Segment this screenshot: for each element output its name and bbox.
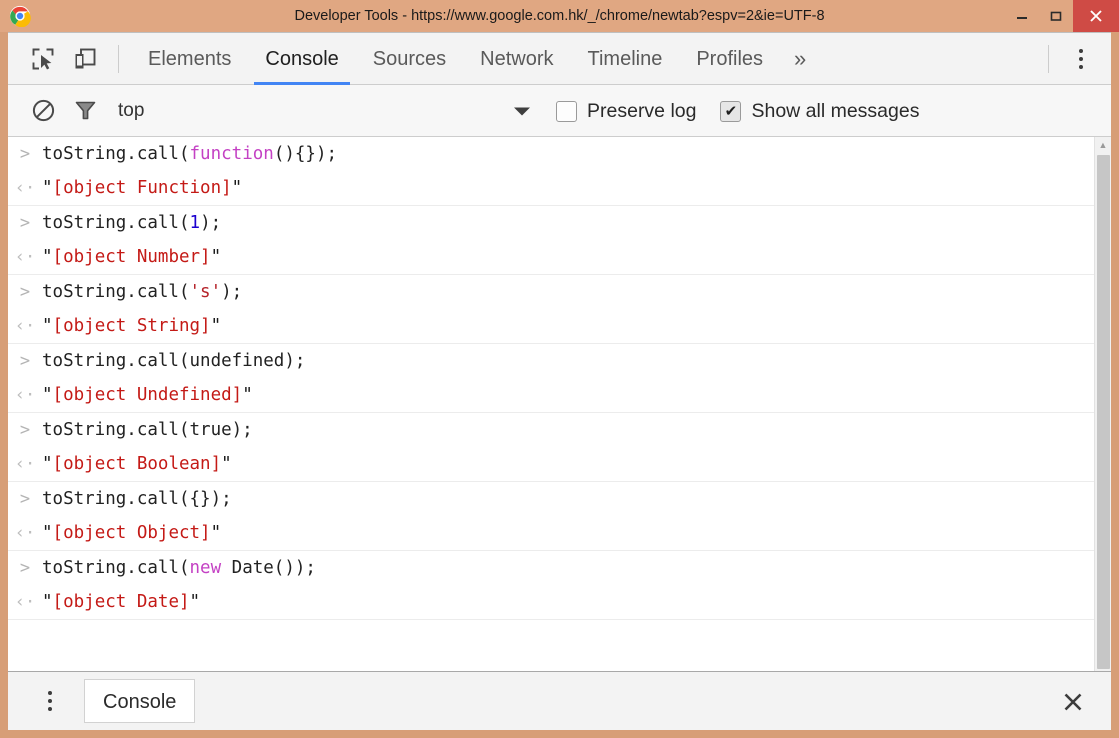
devtools-tabstrip: Elements Console Sources Network Timelin… <box>8 33 1111 85</box>
result-arrow-icon: ‹· <box>14 385 36 405</box>
result-arrow-icon: ‹· <box>14 247 36 267</box>
filter-funnel-icon[interactable] <box>64 91 106 131</box>
console-input-line[interactable]: > toString.call(true); <box>8 413 1094 447</box>
console-output-text: "[object Number]" <box>42 247 222 267</box>
console-input-line[interactable]: > toString.call(1); <box>8 206 1094 240</box>
execution-context-label[interactable]: top <box>118 100 144 122</box>
device-toolbar-icon[interactable] <box>64 39 106 79</box>
tabstrip-right-group <box>1036 33 1111 85</box>
devtools-panel: Elements Console Sources Network Timelin… <box>8 32 1111 730</box>
scroll-up-arrow-icon[interactable]: ▲ <box>1095 137 1111 153</box>
prompt-arrow-icon: > <box>19 351 31 371</box>
close-drawer-icon[interactable] <box>1051 672 1095 731</box>
prompt-arrow-icon: > <box>19 420 31 440</box>
preserve-log-label: Preserve log <box>587 99 697 122</box>
tab-console[interactable]: Console <box>248 33 355 85</box>
console-message-group: > toString.call('s'); ‹· "[object String]" <box>8 275 1094 344</box>
inspect-element-icon[interactable] <box>22 39 64 79</box>
prompt-arrow-icon: > <box>19 558 31 578</box>
window-controls <box>1005 0 1119 32</box>
console-filterbar: top Preserve log ✔ Show all messages <box>8 85 1111 137</box>
toolbar-divider <box>1048 45 1049 73</box>
result-arrow-icon: ‹· <box>14 178 36 198</box>
console-message-group: > toString.call(true); ‹· "[object Boolean]… <box>8 413 1094 482</box>
console-output-line[interactable]: ‹· "[object Object]" <box>8 516 1094 550</box>
result-arrow-icon: ‹· <box>14 316 36 336</box>
console-output-line[interactable]: ‹· "[object Undefined]" <box>8 378 1094 412</box>
console-output-text: "[object String]" <box>42 316 222 336</box>
show-all-messages-checkbox[interactable]: ✔ <box>720 100 742 122</box>
prompt-arrow-icon: > <box>19 144 31 164</box>
console-input-text: toString.call(undefined); <box>42 351 306 371</box>
minimize-button[interactable] <box>1005 0 1039 32</box>
console-options: Preserve log ✔ Show all messages <box>556 85 933 137</box>
scrollbar-thumb[interactable] <box>1097 155 1110 669</box>
titlebar: Developer Tools - https://www.google.com… <box>0 0 1119 32</box>
tab-network[interactable]: Network <box>463 33 570 85</box>
console-input-text: toString.call({}); <box>42 489 232 509</box>
console-input-line[interactable]: > toString.call({}); <box>8 482 1094 516</box>
chrome-logo-icon <box>9 5 31 28</box>
console-output-text: "[object Undefined]" <box>42 385 253 405</box>
console-drawer: Console <box>8 671 1111 730</box>
console-message-group: > toString.call({}); ‹· "[object Object]" <box>8 482 1094 551</box>
drawer-menu-kebab-icon[interactable] <box>30 681 70 721</box>
toolbar-divider <box>118 44 119 73</box>
tab-sources[interactable]: Sources <box>356 33 463 85</box>
console-output-text: "[object Function]" <box>42 178 243 198</box>
devtools-window: Developer Tools - https://www.google.com… <box>0 0 1119 738</box>
console-area: > toString.call(function(){}); ‹· "[object … <box>8 137 1111 671</box>
clear-console-icon[interactable] <box>22 91 64 131</box>
console-input-text: toString.call('s'); <box>42 282 243 302</box>
console-scrollbar[interactable]: ▲ <box>1094 137 1111 671</box>
more-tabs-chevron-icon[interactable]: » <box>780 33 820 85</box>
console-message-group: > toString.call(function(){}); ‹· "[object … <box>8 137 1094 206</box>
tab-timeline[interactable]: Timeline <box>571 33 680 85</box>
console-output-line[interactable]: ‹· "[object Boolean]" <box>8 447 1094 481</box>
console-input-line[interactable]: > toString.call('s'); <box>8 275 1094 309</box>
maximize-button[interactable] <box>1039 0 1073 32</box>
checkbox-mark: ✔ <box>724 102 738 120</box>
tab-label: Timeline <box>587 47 663 70</box>
prompt-arrow-icon: > <box>19 282 31 302</box>
console-output-line[interactable]: ‹· "[object String]" <box>8 309 1094 343</box>
console-input-text: toString.call(1); <box>42 213 222 233</box>
drawer-tab-console[interactable]: Console <box>84 679 196 723</box>
tab-profiles[interactable]: Profiles <box>679 33 780 85</box>
show-all-messages-label: Show all messages <box>751 99 920 122</box>
close-window-button[interactable] <box>1073 0 1119 32</box>
tab-label: Network <box>480 47 554 70</box>
tab-label: Sources <box>372 47 447 70</box>
console-output-text: "[object Boolean]" <box>42 454 232 474</box>
main-menu-kebab-icon[interactable] <box>1061 39 1101 79</box>
console-output-text: "[object Object]" <box>42 523 222 543</box>
result-arrow-icon: ‹· <box>14 592 36 612</box>
tab-label: Console <box>265 47 339 70</box>
console-message-list[interactable]: > toString.call(function(){}); ‹· "[object … <box>8 137 1094 671</box>
window-title: Developer Tools - https://www.google.com… <box>294 8 825 24</box>
prompt-arrow-icon: > <box>19 213 31 233</box>
console-output-line[interactable]: ‹· "[object Date]" <box>8 585 1094 619</box>
console-input-line[interactable]: > toString.call(new Date()); <box>8 551 1094 585</box>
result-arrow-icon: ‹· <box>14 523 36 543</box>
console-input-line[interactable]: > toString.call(function(){}); <box>8 137 1094 171</box>
console-message-group: > toString.call(new Date()); ‹· "[object Da… <box>8 551 1094 620</box>
prompt-arrow-icon: > <box>19 489 31 509</box>
console-input-text: toString.call(new Date()); <box>42 558 316 578</box>
context-dropdown-arrow-icon[interactable] <box>511 85 533 137</box>
console-input-line[interactable]: > toString.call(undefined); <box>8 344 1094 378</box>
result-arrow-icon: ‹· <box>14 454 36 474</box>
console-output-line[interactable]: ‹· "[object Function]" <box>8 171 1094 205</box>
tab-label: Elements <box>148 47 232 70</box>
console-output-line[interactable]: ‹· "[object Number]" <box>8 240 1094 274</box>
console-message-group: > toString.call(1); ‹· "[object Number]" <box>8 206 1094 275</box>
console-message-group: > toString.call(undefined); ‹· "[object Und… <box>8 344 1094 413</box>
tab-label: Profiles <box>696 47 764 70</box>
preserve-log-checkbox[interactable] <box>556 100 577 122</box>
console-input-text: toString.call(true); <box>42 420 253 440</box>
console-input-text: toString.call(function(){}); <box>42 144 338 164</box>
console-output-text: "[object Date]" <box>42 592 201 612</box>
tab-elements[interactable]: Elements <box>131 33 248 85</box>
